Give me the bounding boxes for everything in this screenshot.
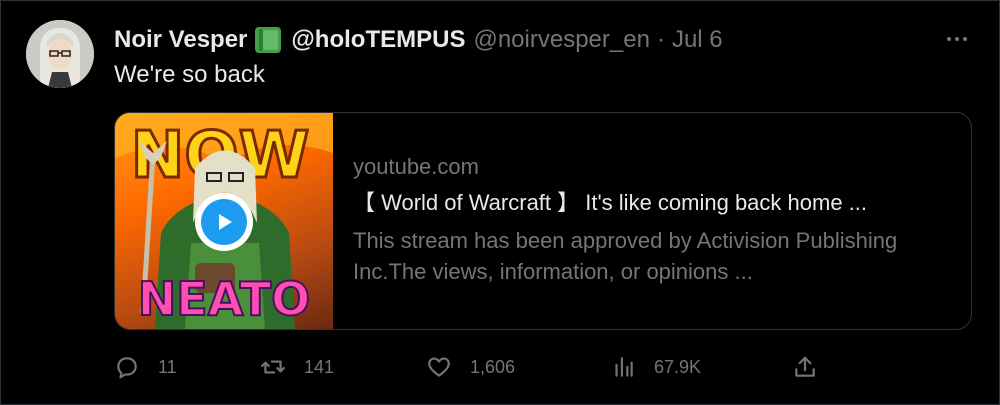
share-button[interactable] [792,352,818,382]
share-icon [795,356,815,377]
green-book-emoji-icon [255,27,282,53]
link-card[interactable]: NOW NEATO youtube.com 【 World of Warcraf… [114,112,972,330]
repost-icon [261,360,285,374]
views-button[interactable]: 67.9K [610,352,701,382]
repost-count: 141 [304,356,335,377]
views-count: 67.9K [654,356,702,377]
tweet-header: Noir Vesper @holoTEMPUS @noirvesper_en ·… [114,26,723,54]
like-button[interactable]: 1,606 [426,352,515,382]
like-count: 1,606 [470,356,516,377]
play-button[interactable] [195,193,253,251]
card-description: This stream has been approved by Activis… [353,228,898,284]
author-handle-bold[interactable]: @holoTEMPUS [291,26,465,54]
card-title[interactable]: 【 World of Warcraft 】 It's like coming b… [353,189,953,217]
tweet-actions: 11 141 1,606 67.9K [114,352,834,382]
tweet-date[interactable]: Jul 6 [672,26,723,54]
card-text: youtube.com 【 World of Warcraft 】 It's l… [353,153,953,287]
video-thumbnail[interactable]: NOW NEATO [115,113,333,329]
reply-count: 11 [158,356,177,377]
thumbnail-bottom-text: NEATO [138,272,310,326]
heart-icon [428,357,450,377]
avatar[interactable] [26,20,94,88]
author-handle[interactable]: @noirvesper_en [473,26,649,54]
author-name[interactable]: Noir Vesper [114,26,247,54]
repost-button[interactable]: 141 [260,352,334,382]
avatar-image [26,20,94,88]
reply-button[interactable]: 11 [114,352,177,382]
play-icon [201,199,247,245]
more-options-icon[interactable] [942,28,972,50]
views-chart-icon [615,357,633,377]
reply-icon [117,357,137,379]
separator-dot: · [656,26,665,53]
tweet-text: We're so back [114,61,265,88]
card-domain: youtube.com [353,154,479,179]
